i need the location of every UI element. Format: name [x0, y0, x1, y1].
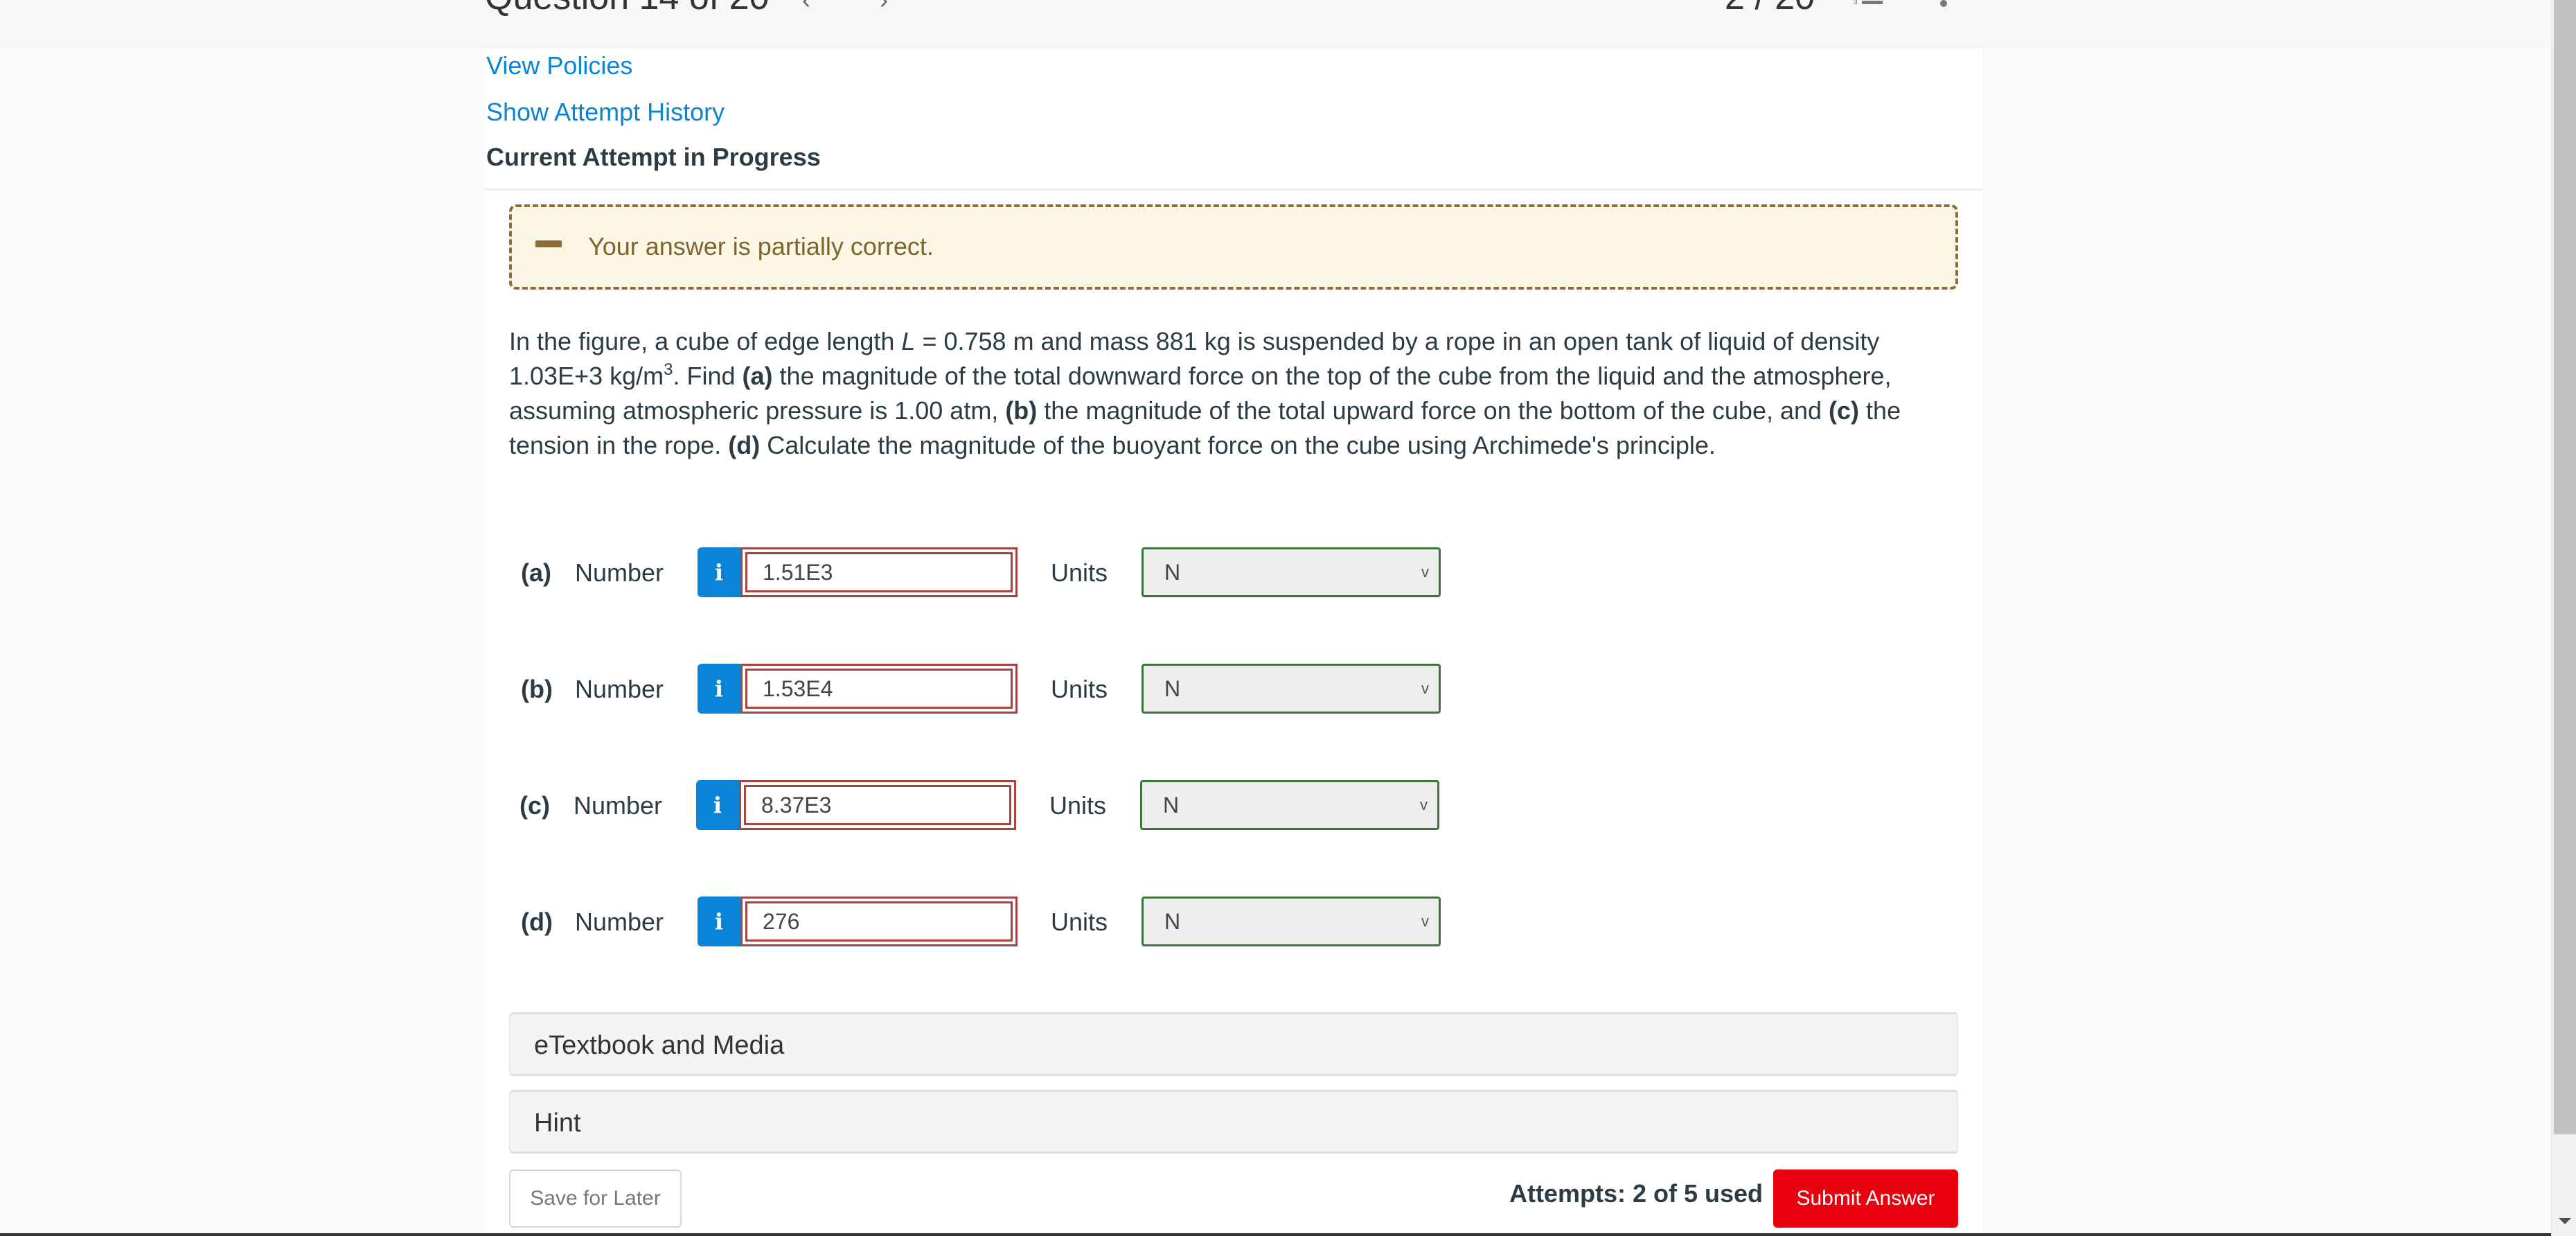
hint-panel[interactable]: Hint [509, 1090, 1958, 1154]
etextbook-panel-label: eTextbook and Media [534, 1031, 785, 1060]
number-input-d[interactable]: 276 [740, 897, 1018, 946]
chevron-down-icon: v [1421, 680, 1429, 697]
list-bar-glyph [1862, 1, 1883, 4]
part-label: (a) [521, 558, 551, 587]
submit-answer-button[interactable]: Submit Answer [1773, 1169, 1958, 1228]
info-icon[interactable]: i [698, 897, 740, 946]
view-policies-link[interactable]: View Policies [486, 51, 632, 80]
question-counter: Question 14 of 20 [485, 0, 770, 18]
info-icon[interactable]: i [696, 780, 739, 830]
units-label: Units [1051, 908, 1108, 936]
feedback-banner: Your answer is partially correct. [509, 204, 1958, 290]
question-segment: (b) [1005, 396, 1038, 425]
number-input-a[interactable]: 1.51E3 [740, 547, 1018, 597]
part-label: (c) [519, 791, 550, 820]
units-label: Units [1051, 558, 1108, 587]
info-icon[interactable]: i [698, 664, 740, 714]
units-selected-value: N [1164, 559, 1181, 585]
units-select-a[interactable]: N v [1142, 547, 1441, 597]
units-select-b[interactable]: N v [1142, 664, 1441, 714]
number-input-value[interactable]: 1.53E4 [745, 669, 1013, 709]
number-input-c[interactable]: 8.37E3 [739, 780, 1016, 830]
chevron-down-icon: v [1421, 563, 1429, 581]
number-input-value[interactable]: 8.37E3 [744, 785, 1011, 825]
question-segment: (a) [742, 362, 773, 390]
chevron-down-icon: v [1420, 796, 1428, 813]
save-for-later-button[interactable]: Save for Later [509, 1169, 682, 1228]
question-header: Question 14 of 20 ‹ › 2 / 20 3 [0, 0, 2551, 48]
hint-panel-label: Hint [534, 1109, 581, 1138]
units-label: Units [1051, 675, 1108, 703]
show-attempt-history-link[interactable]: Show Attempt History [486, 98, 725, 127]
chevron-down-icon: v [1421, 912, 1429, 930]
score: 2 / 20 [1725, 0, 1815, 18]
scrollbar-thumb[interactable] [2554, 0, 2576, 1134]
question-segment: . Find [673, 362, 743, 390]
number-input-b[interactable]: 1.53E4 [740, 664, 1018, 714]
minus-icon [535, 240, 562, 247]
question-segment: (c) [1829, 396, 1860, 425]
kebab-menu-icon[interactable] [1940, 0, 1947, 7]
number-input-value[interactable]: 276 [745, 901, 1013, 942]
numbered-list-icon[interactable]: 3 [1854, 0, 1883, 6]
answer-row-c: (c) Number i 8.37E3 Units N v [508, 779, 1477, 831]
part-label: (b) [521, 675, 553, 703]
attempt-status-heading: Current Attempt in Progress [486, 143, 821, 171]
number-label: Number [575, 675, 664, 703]
answer-row-b: (b) Number i 1.53E4 Units N v [509, 662, 1479, 715]
chevron-right-icon[interactable]: › [880, 0, 888, 12]
number-label: Number [574, 791, 663, 820]
etextbook-panel[interactable]: eTextbook and Media [509, 1012, 1958, 1076]
answer-row-a: (a) Number i 1.51E3 Units N v [509, 546, 1479, 599]
divider [485, 188, 1982, 191]
attempts-counter: Attempts: 2 of 5 used [1509, 1179, 1763, 1208]
window-bottom-edge [0, 1233, 2551, 1236]
answer-row-d: (d) Number i 276 Units N v [509, 895, 1479, 948]
part-label: (d) [521, 908, 553, 936]
units-label: Units [1049, 791, 1107, 820]
question-text: In the figure, a cube of edge length L =… [509, 324, 1950, 463]
feedback-message: Your answer is partially correct. [588, 232, 934, 261]
scroll-down-arrow-icon[interactable] [2559, 1218, 2571, 1224]
number-label: Number [575, 908, 664, 936]
list-number-glyph: 3 [1854, 0, 1858, 6]
question-segment: L [901, 327, 916, 355]
question-segment: Calculate the magnitude of the buoyant f… [760, 431, 1716, 459]
question-segment: (d) [728, 431, 761, 459]
number-input-value[interactable]: 1.51E3 [745, 552, 1013, 592]
info-icon[interactable]: i [698, 547, 740, 597]
question-segment: In the figure, a cube of edge length [509, 327, 902, 355]
units-select-d[interactable]: N v [1142, 897, 1441, 946]
question-segment: 3 [664, 360, 673, 379]
vertical-scrollbar[interactable] [2551, 0, 2576, 1236]
units-select-c[interactable]: N v [1140, 780, 1439, 830]
question-segment: the magnitude of the total upward force … [1037, 396, 1829, 425]
units-selected-value: N [1164, 676, 1181, 701]
chevron-left-icon[interactable]: ‹ [802, 0, 810, 12]
units-selected-value: N [1163, 792, 1180, 818]
number-label: Number [575, 558, 664, 587]
units-selected-value: N [1164, 908, 1181, 934]
